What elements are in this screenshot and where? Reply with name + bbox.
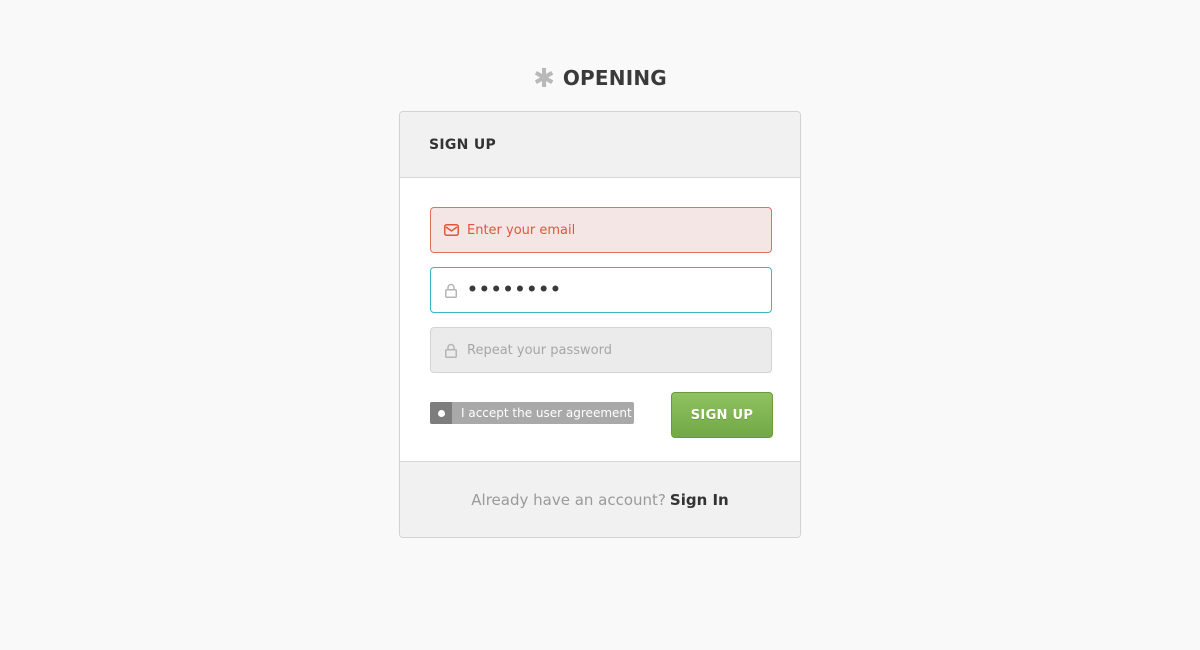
- card-header: SIGN UP: [400, 112, 800, 178]
- sign-up-button[interactable]: SIGN UP: [671, 392, 773, 438]
- asterisk-logo-icon: ✱: [533, 64, 555, 94]
- brand-name: OPENING: [562, 66, 667, 90]
- agreement-label: I accept the user agreement: [461, 406, 632, 420]
- sign-in-link[interactable]: Sign In: [670, 491, 729, 509]
- signup-form: I accept the user agreement SIGN UP: [400, 178, 800, 462]
- lock-icon: [443, 282, 459, 298]
- brand: ✱ OPENING: [0, 64, 1200, 92]
- password-field[interactable]: [430, 267, 772, 313]
- repeat-password-input[interactable]: [467, 330, 757, 370]
- email-input[interactable]: [467, 210, 757, 250]
- toggle-dot-icon: [437, 409, 445, 417]
- card-footer: Already have an account? Sign In: [400, 461, 800, 537]
- agreement-toggle[interactable]: I accept the user agreement: [430, 402, 634, 424]
- repeat-password-field[interactable]: [430, 327, 772, 373]
- email-field[interactable]: [430, 207, 772, 253]
- footer-text: Already have an account?: [471, 490, 666, 509]
- password-input[interactable]: [467, 270, 757, 310]
- envelope-icon: [443, 222, 459, 238]
- toggle-knob[interactable]: [430, 402, 452, 424]
- card-title: SIGN UP: [429, 136, 497, 153]
- lock-icon: [443, 342, 459, 358]
- signup-card: SIGN UP Enter your email •••••••• I acce…: [399, 111, 801, 538]
